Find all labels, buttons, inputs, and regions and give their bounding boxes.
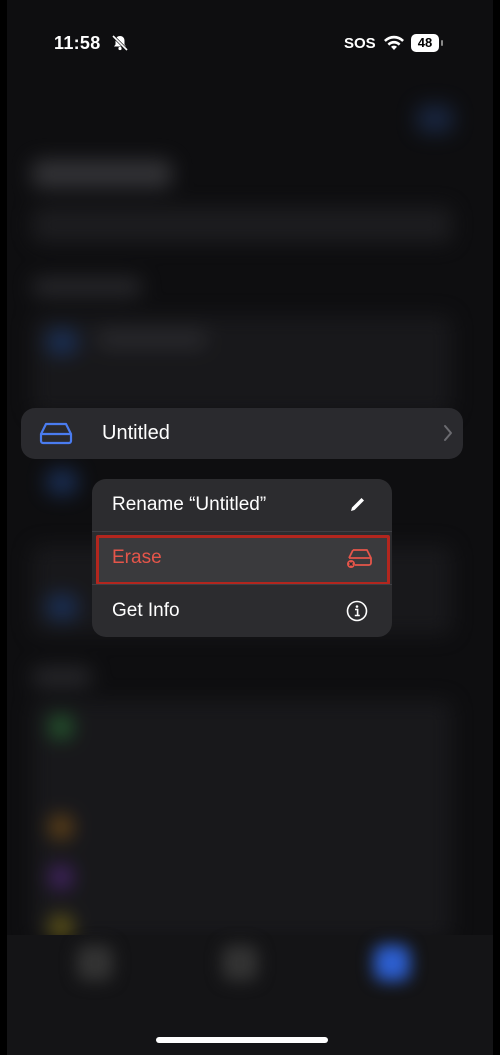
tab-recents[interactable] <box>77 945 113 981</box>
tab-shared[interactable] <box>222 945 258 981</box>
context-menu: Rename “Untitled” Erase Get Info <box>92 479 392 637</box>
menu-item-label: Rename “Untitled” <box>112 494 267 515</box>
background-title <box>32 160 172 188</box>
tab-browse[interactable] <box>374 945 410 981</box>
drive-icon <box>39 422 73 445</box>
drive-row-untitled[interactable]: Untitled <box>21 408 463 459</box>
background-tag <box>50 866 72 888</box>
bell-slash-icon <box>111 34 129 52</box>
background-tag <box>50 816 72 838</box>
status-sos: SOS <box>344 35 376 52</box>
menu-item-label: Erase <box>112 547 162 568</box>
background-group <box>32 315 452 415</box>
battery-nub <box>441 40 443 46</box>
status-bar: 11:58 SOS 48 <box>7 0 493 60</box>
background-search <box>32 207 452 243</box>
background-button <box>417 105 453 133</box>
background-group <box>32 700 452 940</box>
background-section <box>32 668 92 686</box>
background-icon <box>47 470 77 494</box>
background-section <box>32 278 142 296</box>
background-icon <box>47 595 77 619</box>
background-tag <box>50 716 72 738</box>
background-icon <box>47 330 77 354</box>
menu-item-label: Get Info <box>112 600 180 621</box>
chevron-right-icon <box>444 425 452 441</box>
menu-item-get-info[interactable]: Get Info <box>92 585 392 637</box>
home-indicator[interactable] <box>156 1037 328 1043</box>
wifi-icon <box>384 35 404 50</box>
pencil-icon <box>351 498 364 511</box>
info-icon <box>346 600 368 622</box>
menu-item-erase[interactable]: Erase <box>92 532 392 584</box>
background-text <box>97 330 207 348</box>
status-time: 11:58 <box>54 33 101 53</box>
battery-icon: 48 <box>411 34 439 52</box>
phone-screen: 11:58 SOS 48 Untitled Rename “Untitled” <box>7 0 493 1055</box>
drive-row-label: Untitled <box>102 422 170 444</box>
erase-drive-icon <box>347 549 372 568</box>
menu-item-rename[interactable]: Rename “Untitled” <box>92 479 392 531</box>
